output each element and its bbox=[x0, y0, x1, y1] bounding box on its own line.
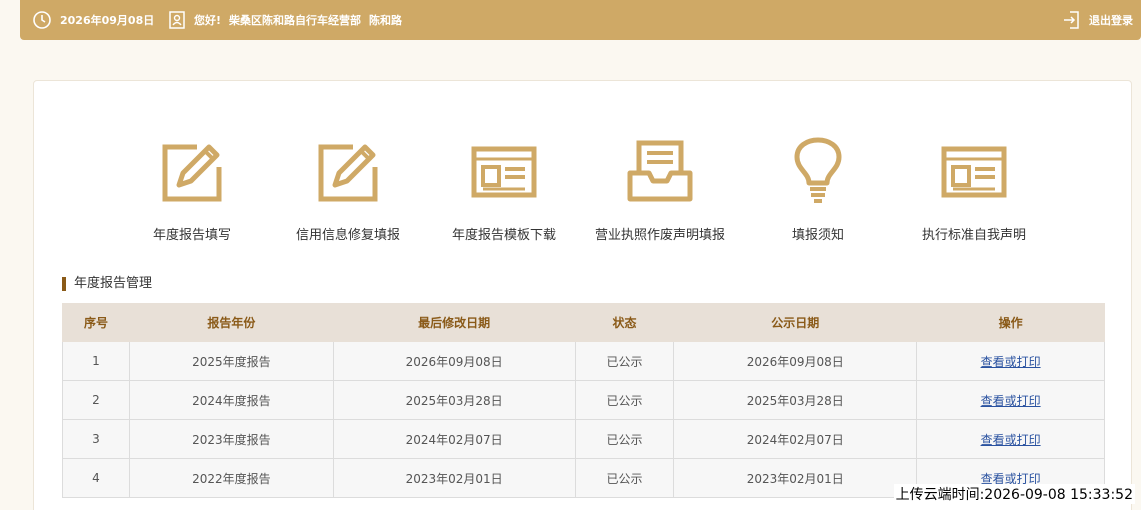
cell-publish-date: 2024年02月07日 bbox=[673, 419, 918, 459]
menu-standard-declaration[interactable]: 执行标准自我声明 bbox=[894, 137, 1054, 243]
col-header-publish-date: 公示日期 bbox=[673, 303, 918, 342]
annual-report-table: 序号 报告年份 最后修改日期 状态 公示日期 操作 1 2025年度报告 202… bbox=[62, 303, 1105, 498]
edit-icon bbox=[162, 144, 222, 202]
cell-publish-date: 2025年03月28日 bbox=[673, 380, 918, 420]
table-row: 1 2025年度报告 2026年09月08日 已公示 2026年09月08日 查… bbox=[62, 341, 1105, 381]
cell-action: 查看或打印 bbox=[916, 419, 1105, 459]
col-header-modified: 最后修改日期 bbox=[332, 303, 576, 342]
template-icon bbox=[471, 146, 537, 198]
menu-label: 填报须知 bbox=[791, 228, 844, 243]
company-name: 柴桑区陈和路自行车经营部 bbox=[229, 14, 362, 27]
cell-action: 查看或打印 bbox=[916, 341, 1105, 381]
table-row: 3 2023年度报告 2024年02月07日 已公示 2024年02月07日 查… bbox=[62, 419, 1105, 459]
clock-icon bbox=[33, 11, 51, 29]
view-print-link[interactable]: 查看或打印 bbox=[981, 355, 1041, 369]
cell-status: 已公示 bbox=[574, 458, 675, 498]
upload-timestamp: 上传云端时间:2026-09-08 15:33:52 bbox=[893, 484, 1135, 504]
menu-filing-notice[interactable]: 填报须知 bbox=[738, 137, 898, 243]
cell-modified: 2024年02月07日 bbox=[332, 419, 576, 459]
menu-label: 信用信息修复填报 bbox=[295, 228, 400, 243]
view-print-link[interactable]: 查看或打印 bbox=[981, 394, 1041, 408]
view-print-link[interactable]: 查看或打印 bbox=[981, 433, 1041, 447]
menu-label: 年度报告模板下载 bbox=[451, 228, 556, 243]
inbox-icon bbox=[627, 140, 693, 202]
template-icon bbox=[941, 146, 1007, 198]
menu-credit-repair[interactable]: 信用信息修复填报 bbox=[268, 137, 428, 243]
menu-label: 营业执照作废声明填报 bbox=[594, 228, 725, 243]
cell-index: 4 bbox=[62, 458, 130, 498]
menu-label: 年度报告填写 bbox=[152, 228, 231, 243]
cell-year: 2023年度报告 bbox=[128, 419, 334, 459]
cell-status: 已公示 bbox=[574, 419, 675, 459]
cell-modified: 2026年09月08日 bbox=[332, 341, 576, 381]
cell-status: 已公示 bbox=[574, 380, 675, 420]
user-info: 您好! 柴桑区陈和路自行车经营部 陈和路 bbox=[168, 10, 402, 30]
menu-label: 执行标准自我声明 bbox=[921, 228, 1026, 243]
table-header-row: 序号 报告年份 最后修改日期 状态 公示日期 操作 bbox=[62, 303, 1105, 342]
greeting-text: 您好! bbox=[194, 14, 222, 27]
menu-annual-report-fill[interactable]: 年度报告填写 bbox=[112, 137, 272, 243]
cell-year: 2022年度报告 bbox=[128, 458, 334, 498]
cell-index: 3 bbox=[62, 419, 130, 459]
cell-action: 查看或打印 bbox=[916, 380, 1105, 420]
cell-year: 2025年度报告 bbox=[128, 341, 334, 381]
cell-modified: 2025年03月28日 bbox=[332, 380, 576, 420]
cell-modified: 2023年02月01日 bbox=[332, 458, 576, 498]
logout-label: 退出登录 bbox=[1089, 14, 1133, 27]
col-header-status: 状态 bbox=[574, 303, 675, 342]
col-header-action: 操作 bbox=[916, 303, 1105, 342]
function-menu: 年度报告填写 信用信息修复填报 年度报告模板下载 营业执照作废声明填报 填报须知… bbox=[34, 137, 1133, 247]
main-panel: 年度报告填写 信用信息修复填报 年度报告模板下载 营业执照作废声明填报 填报须知… bbox=[33, 80, 1132, 510]
edit-icon bbox=[318, 144, 378, 202]
cell-publish-date: 2026年09月08日 bbox=[673, 341, 918, 381]
menu-license-void[interactable]: 营业执照作废声明填报 bbox=[580, 137, 740, 243]
col-header-index: 序号 bbox=[62, 303, 130, 342]
date-text: 2026年09月08日 bbox=[60, 14, 155, 27]
lightbulb-icon bbox=[794, 137, 842, 203]
cell-index: 2 bbox=[62, 380, 130, 420]
cell-status: 已公示 bbox=[574, 341, 675, 381]
user-card-icon bbox=[169, 11, 185, 29]
col-header-year: 报告年份 bbox=[128, 303, 334, 342]
cell-year: 2024年度报告 bbox=[128, 380, 334, 420]
logout-icon bbox=[1064, 11, 1079, 29]
date-display: 2026年09月08日 bbox=[32, 10, 154, 30]
table-row: 2 2024年度报告 2025年03月28日 已公示 2025年03月28日 查… bbox=[62, 380, 1105, 420]
section-title: 年度报告管理 bbox=[62, 277, 152, 291]
cell-publish-date: 2023年02月01日 bbox=[673, 458, 918, 498]
logout-button[interactable]: 退出登录 bbox=[1063, 10, 1133, 30]
top-bar: 2026年09月08日 您好! 柴桑区陈和路自行车经营部 陈和路 退出登录 bbox=[20, 0, 1141, 40]
user-name: 陈和路 bbox=[369, 14, 403, 27]
cell-index: 1 bbox=[62, 341, 130, 381]
menu-template-download[interactable]: 年度报告模板下载 bbox=[424, 137, 584, 243]
